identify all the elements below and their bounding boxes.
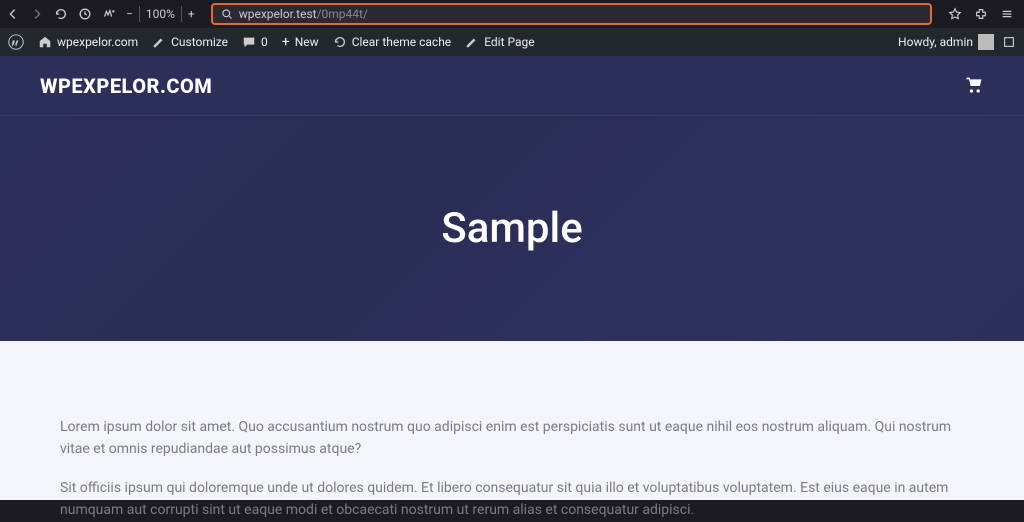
forward-icon[interactable] [30,7,44,21]
avatar [978,34,994,50]
adminbar-edit-page[interactable]: Edit Page [465,35,534,49]
hero-section: Sample [0,116,1024,341]
paragraph: Sit officiis ipsum qui doloremque unde u… [60,477,964,522]
history-icon[interactable] [78,7,92,21]
cart-icon[interactable] [964,76,984,96]
browser-toolbar: − 100% + wpexpelor.test/0mp44t/ [0,0,1024,28]
back-icon[interactable] [6,7,20,21]
adminbar-extra-icon[interactable] [1002,35,1016,49]
menu-icon[interactable] [1000,7,1014,21]
search-icon [221,8,233,20]
url-text: wpexpelor.test/0mp44t/ [239,7,368,21]
site-title[interactable]: WPEXPELOR.COM [40,74,212,98]
adminbar-comments[interactable]: 0 [242,35,268,49]
url-bar[interactable]: wpexpelor.test/0mp44t/ [211,3,932,25]
zoom-controls: − 100% + [126,6,195,22]
extension-puzzle-icon[interactable] [974,7,988,21]
site-header: WPEXPELOR.COM [0,56,1024,116]
zoom-level[interactable]: 100% [146,7,175,21]
wp-admin-bar: wpexpelor.com Customize 0 + New Clear th… [0,28,1024,56]
adminbar-new[interactable]: + New [282,34,319,50]
page-content: Lorem ipsum dolor sit amet. Quo accusant… [0,341,1024,500]
zoom-out-button[interactable]: − [126,7,133,21]
wp-logo[interactable] [8,34,24,50]
adminbar-clear-cache[interactable]: Clear theme cache [333,35,452,49]
bookmark-icon[interactable] [948,7,962,21]
paragraph: Lorem ipsum dolor sit amet. Quo accusant… [60,416,964,461]
page-title: Sample [441,204,582,253]
adminbar-howdy[interactable]: Howdy, admin [898,34,994,50]
reload-icon[interactable] [54,7,68,21]
zoom-in-button[interactable]: + [188,7,195,21]
extensions-icon[interactable] [102,7,116,21]
adminbar-site-name[interactable]: wpexpelor.com [38,35,138,49]
adminbar-customize[interactable]: Customize [152,35,228,49]
